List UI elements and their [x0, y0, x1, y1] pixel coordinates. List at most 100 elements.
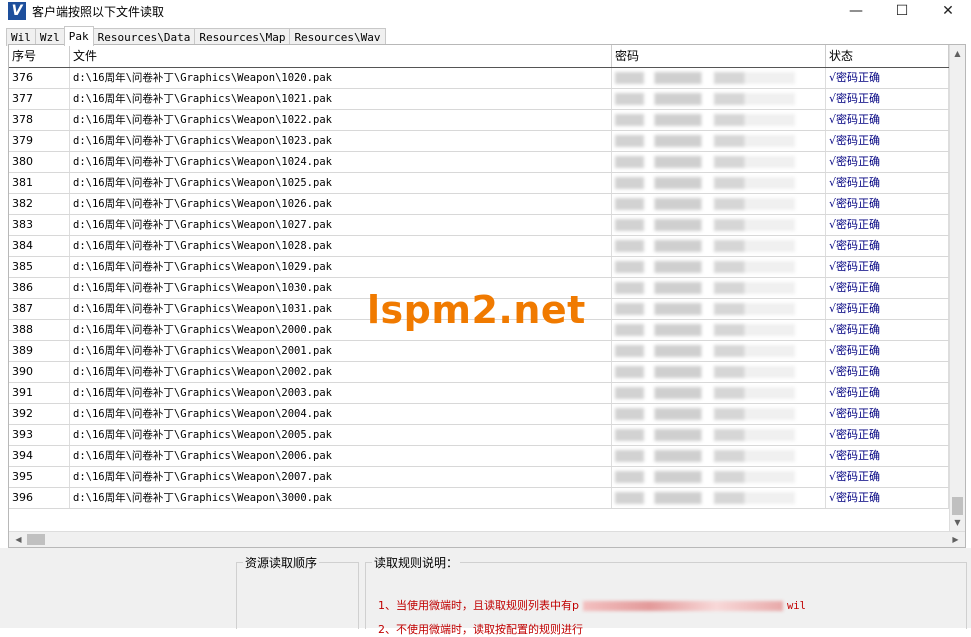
- column-header-index[interactable]: 序号: [9, 45, 70, 67]
- table-row[interactable]: 378 d:\16周年\问卷补丁\Graphics\Weapon\1022.pak…: [9, 110, 949, 131]
- row-index: 386: [9, 278, 70, 298]
- rule-2: 2、不使用微端时，读取按配置的规则进行: [378, 623, 583, 636]
- row-index: 389: [9, 341, 70, 361]
- row-file-path: d:\16周年\问卷补丁\Graphics\Weapon\2001.pak: [70, 341, 612, 361]
- row-file-path: d:\16周年\问卷补丁\Graphics\Weapon\2007.pak: [70, 467, 612, 487]
- scroll-left-icon[interactable]: ◀: [11, 533, 26, 547]
- table-row[interactable]: 394 d:\16周年\问卷补丁\Graphics\Weapon\2006.pak…: [9, 446, 949, 467]
- row-password-redacted: [612, 383, 826, 403]
- row-password-redacted: [612, 215, 826, 235]
- row-index: 387: [9, 299, 70, 319]
- tab-strip: Wil Wzl Pak Resources\Data Resources\Map Reso…: [6, 26, 386, 46]
- row-password-redacted: [612, 89, 826, 109]
- row-file-path: d:\16周年\问卷补丁\Graphics\Weapon\2006.pak: [70, 446, 612, 466]
- resource-order-group: 资源读取顺序: [236, 554, 359, 629]
- row-index: 393: [9, 425, 70, 445]
- row-status: √密码正确: [826, 152, 949, 172]
- row-file-path: d:\16周年\问卷补丁\Graphics\Weapon\1025.pak: [70, 173, 612, 193]
- horizontal-scrollbar[interactable]: ◀ ▶: [9, 531, 965, 547]
- row-index: 391: [9, 383, 70, 403]
- row-file-path: d:\16周年\问卷补丁\Graphics\Weapon\2003.pak: [70, 383, 612, 403]
- row-file-path: d:\16周年\问卷补丁\Graphics\Weapon\1027.pak: [70, 215, 612, 235]
- row-index: 390: [9, 362, 70, 382]
- row-index: 394: [9, 446, 70, 466]
- table-row[interactable]: 379 d:\16周年\问卷补丁\Graphics\Weapon\1023.pak…: [9, 131, 949, 152]
- table-row[interactable]: 380 d:\16周年\问卷补丁\Graphics\Weapon\1024.pak…: [9, 152, 949, 173]
- title-bar: V 客户端按照以下文件读取 — ☐ ✕: [0, 0, 971, 22]
- row-status: √密码正确: [826, 362, 949, 382]
- maximize-button[interactable]: ☐: [879, 0, 925, 22]
- table-row[interactable]: 381 d:\16周年\问卷补丁\Graphics\Weapon\1025.pak…: [9, 173, 949, 194]
- table-row[interactable]: 376 d:\16周年\问卷补丁\Graphics\Weapon\1020.pak…: [9, 68, 949, 89]
- row-status: √密码正确: [826, 299, 949, 319]
- row-file-path: d:\16周年\问卷补丁\Graphics\Weapon\1022.pak: [70, 110, 612, 130]
- row-status: √密码正确: [826, 194, 949, 214]
- row-password-redacted: [612, 446, 826, 466]
- column-header-password[interactable]: 密码: [612, 45, 826, 67]
- row-password-redacted: [612, 236, 826, 256]
- table-row[interactable]: 377 d:\16周年\问卷补丁\Graphics\Weapon\1021.pak…: [9, 89, 949, 110]
- window-controls: — ☐ ✕: [833, 0, 971, 22]
- table-row[interactable]: 396 d:\16周年\问卷补丁\Graphics\Weapon\3000.pak…: [9, 488, 949, 509]
- row-status: √密码正确: [826, 341, 949, 361]
- rules-title: 读取规则说明：: [372, 554, 461, 571]
- table-row[interactable]: 395 d:\16周年\问卷补丁\Graphics\Weapon\2007.pak…: [9, 467, 949, 488]
- row-status: √密码正确: [826, 110, 949, 130]
- app-logo-icon: V: [8, 2, 26, 20]
- row-password-redacted: [612, 488, 826, 508]
- table-row[interactable]: 385 d:\16周年\问卷补丁\Graphics\Weapon\1029.pak…: [9, 257, 949, 278]
- row-password-redacted: [612, 173, 826, 193]
- rule-1: 1、当使用微端时，且读取规则列表中有p wil: [378, 599, 806, 612]
- row-file-path: d:\16周年\问卷补丁\Graphics\Weapon\1020.pak: [70, 68, 612, 88]
- row-status: √密码正确: [826, 89, 949, 109]
- tab-pak[interactable]: Pak: [63, 26, 94, 46]
- scroll-right-icon[interactable]: ▶: [948, 533, 963, 547]
- resource-order-title: 资源读取顺序: [243, 554, 320, 571]
- row-password-redacted: [612, 152, 826, 172]
- column-header-status[interactable]: 状态: [826, 45, 949, 67]
- vertical-scroll-thumb[interactable]: [952, 497, 963, 515]
- row-index: 388: [9, 320, 70, 340]
- row-status: √密码正确: [826, 257, 949, 277]
- row-index: 392: [9, 404, 70, 424]
- row-file-path: d:\16周年\问卷补丁\Graphics\Weapon\2005.pak: [70, 425, 612, 445]
- row-password-redacted: [612, 131, 826, 151]
- row-index: 377: [9, 89, 70, 109]
- row-status: √密码正确: [826, 383, 949, 403]
- table-row[interactable]: 382 d:\16周年\问卷补丁\Graphics\Weapon\1026.pak…: [9, 194, 949, 215]
- vertical-scrollbar[interactable]: ▲ ▼: [949, 45, 965, 532]
- row-password-redacted: [612, 341, 826, 361]
- table-row[interactable]: 391 d:\16周年\问卷补丁\Graphics\Weapon\2003.pak…: [9, 383, 949, 404]
- scroll-up-icon[interactable]: ▲: [950, 47, 965, 61]
- row-index: 396: [9, 488, 70, 508]
- row-password-redacted: [612, 299, 826, 319]
- row-file-path: d:\16周年\问卷补丁\Graphics\Weapon\1026.pak: [70, 194, 612, 214]
- row-password-redacted: [612, 467, 826, 487]
- row-index: 385: [9, 257, 70, 277]
- table-row[interactable]: 390 d:\16周年\问卷补丁\Graphics\Weapon\2002.pak…: [9, 362, 949, 383]
- table-row[interactable]: 383 d:\16周年\问卷补丁\Graphics\Weapon\1027.pak…: [9, 215, 949, 236]
- horizontal-scroll-thumb[interactable]: [27, 534, 45, 545]
- table-row[interactable]: 392 d:\16周年\问卷补丁\Graphics\Weapon\2004.pak…: [9, 404, 949, 425]
- row-index: 395: [9, 467, 70, 487]
- row-status: √密码正确: [826, 68, 949, 88]
- row-password-redacted: [612, 404, 826, 424]
- table-row[interactable]: 389 d:\16周年\问卷补丁\Graphics\Weapon\2001.pak…: [9, 341, 949, 362]
- row-status: √密码正确: [826, 173, 949, 193]
- row-file-path: d:\16周年\问卷补丁\Graphics\Weapon\1021.pak: [70, 89, 612, 109]
- row-file-path: d:\16周年\问卷补丁\Graphics\Weapon\3000.pak: [70, 488, 612, 508]
- scroll-down-icon[interactable]: ▼: [950, 516, 965, 530]
- row-index: 384: [9, 236, 70, 256]
- row-file-path: d:\16周年\问卷补丁\Graphics\Weapon\2004.pak: [70, 404, 612, 424]
- close-button[interactable]: ✕: [925, 0, 971, 22]
- minimize-button[interactable]: —: [833, 0, 879, 22]
- table-row[interactable]: 384 d:\16周年\问卷补丁\Graphics\Weapon\1028.pak…: [9, 236, 949, 257]
- row-index: 376: [9, 68, 70, 88]
- row-index: 381: [9, 173, 70, 193]
- column-header-file[interactable]: 文件: [70, 45, 612, 67]
- row-status: √密码正确: [826, 278, 949, 298]
- row-status: √密码正确: [826, 404, 949, 424]
- row-status: √密码正确: [826, 488, 949, 508]
- row-index: 378: [9, 110, 70, 130]
- table-row[interactable]: 393 d:\16周年\问卷补丁\Graphics\Weapon\2005.pak…: [9, 425, 949, 446]
